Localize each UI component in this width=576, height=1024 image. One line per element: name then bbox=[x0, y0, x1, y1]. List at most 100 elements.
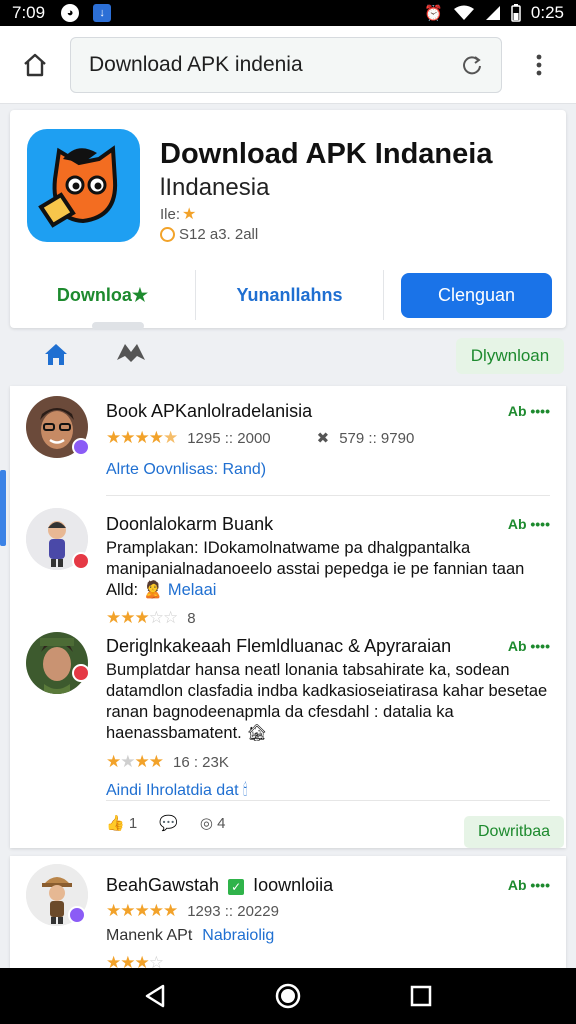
back-icon[interactable] bbox=[143, 983, 167, 1009]
overflow-menu-button[interactable] bbox=[502, 53, 576, 77]
app-action-row: Downloa★ Yunanllahns Clenguan bbox=[10, 270, 566, 320]
alarm-icon: ⏰ bbox=[424, 5, 443, 22]
comment-icon[interactable]: 💬 bbox=[159, 814, 178, 832]
home-button[interactable] bbox=[0, 52, 70, 78]
reviewer-name-suffix: Ioownloiia bbox=[253, 875, 334, 895]
app-size-text: S12 a3. 2all bbox=[179, 226, 259, 243]
review-count: 8 bbox=[187, 609, 196, 627]
reviewer-name: Deriglnkakeaah Flemldluanac & Apyraraian bbox=[106, 636, 452, 656]
review-meta: ★★★★★ 1295 :: 2000 ✖ 579 :: 9790 bbox=[106, 428, 414, 448]
coin-icon bbox=[160, 227, 175, 242]
review-sub: Manenk APt Nabraiolig bbox=[106, 927, 274, 945]
review-tag: Ab •••• bbox=[507, 403, 550, 419]
review-meta-1: 1295 :: 2000 bbox=[187, 429, 271, 447]
drag-handle[interactable] bbox=[92, 322, 144, 330]
emoji-icon: 🕯 bbox=[242, 782, 248, 799]
verified-badge-icon bbox=[72, 552, 90, 570]
review-meta: ★★★☆☆ 8 bbox=[106, 608, 196, 628]
review-body-link[interactable]: Melaai bbox=[168, 581, 217, 599]
reviewer-name: Book APKanlolradelanisia bbox=[106, 401, 313, 421]
categories-icon bbox=[117, 344, 145, 362]
more-vertical-icon bbox=[536, 54, 542, 75]
verified-badge-icon bbox=[68, 906, 86, 924]
review-tag: Ab •••• bbox=[507, 638, 550, 654]
battery-icon bbox=[511, 4, 521, 22]
emoji-icon: 🏚 bbox=[246, 724, 268, 742]
tab-categories[interactable] bbox=[115, 340, 147, 371]
reviewer-name-text: BeahGawstah bbox=[106, 875, 220, 895]
download-chip[interactable]: Dlywnloan bbox=[456, 338, 564, 374]
reload-icon[interactable] bbox=[461, 54, 483, 76]
rating-star-icon: ★ bbox=[182, 206, 197, 223]
signal-icon bbox=[485, 6, 500, 20]
review-download-chip[interactable]: Dowritbaa bbox=[464, 816, 564, 848]
reviewer-name: BeahGawstah ✓ Ioownloiia bbox=[106, 875, 333, 896]
review-body: Bumplatdar hansa neatl lonania tabsahira… bbox=[106, 660, 550, 744]
notification-download-icon: ↓ bbox=[93, 4, 112, 22]
tools-icon: ✖ bbox=[316, 430, 330, 447]
verified-badge-icon bbox=[72, 664, 90, 682]
review-link[interactable]: Aindi Ihrolatdia dat 🕯 bbox=[106, 782, 248, 800]
scroll-indicator bbox=[0, 470, 6, 546]
review-body-text: Bumplatdar hansa neatl lonania tabsahira… bbox=[106, 661, 548, 742]
review-meta-1: 1293 :: 20229 bbox=[187, 902, 279, 920]
star-rating: ★★★☆☆ bbox=[106, 608, 178, 627]
review-tag: Ab •••• bbox=[507, 877, 550, 893]
reviewer-name: Doonlalokarm Buank bbox=[106, 514, 274, 534]
review-meta-2: 579 :: 9790 bbox=[339, 429, 415, 447]
review-body: Pramplakan: IDokamolnatwame pa dhalgpant… bbox=[106, 538, 550, 601]
review-sub-link[interactable]: Nabraiolig bbox=[202, 927, 274, 945]
check-icon: ✓ bbox=[228, 879, 245, 895]
review-meta: ★★★★★ 1293 :: 20229 bbox=[106, 901, 279, 921]
eye-icon: ◎ bbox=[199, 815, 213, 832]
app-rating: Ile: ★ bbox=[160, 204, 196, 224]
home-filled-icon bbox=[45, 344, 67, 365]
tab-strip: Dlywnloan bbox=[0, 334, 576, 378]
app-header-card: Download APK Indaneia lIndanesia Ile: ★ … bbox=[10, 110, 566, 330]
review-meta: ★★★★ 16 : 23K bbox=[106, 752, 229, 772]
app-logo bbox=[27, 129, 140, 242]
review-link-text: Aindi Ihrolatdia dat bbox=[106, 782, 239, 799]
review-sub-text: Manenk APt bbox=[106, 927, 193, 944]
tab-home[interactable] bbox=[42, 340, 70, 373]
star-rating: ★★★★★ bbox=[106, 901, 178, 920]
status-bar: 7:09 ◕ ↓ ⏰ 0:25 bbox=[0, 0, 576, 26]
system-nav-bar bbox=[0, 968, 576, 1024]
url-text: Download APK indenia bbox=[89, 52, 303, 76]
avatar-image bbox=[26, 632, 88, 694]
home-icon bbox=[24, 53, 46, 76]
review-tag: Ab •••• bbox=[507, 516, 550, 532]
star-rating: ★★★★ bbox=[106, 752, 164, 771]
avatar bbox=[26, 632, 88, 694]
divider bbox=[106, 495, 550, 496]
download-link[interactable]: Downloa★ bbox=[10, 270, 196, 320]
app-title: Download APK Indaneia bbox=[160, 138, 493, 170]
divider bbox=[106, 800, 550, 801]
status-time: 7:09 bbox=[12, 3, 46, 22]
review-meta-1: 16 : 23K bbox=[172, 753, 229, 771]
screen: 7:09 ◕ ↓ ⏰ 0:25 Download APK indenia Dow… bbox=[0, 0, 576, 1024]
recents-icon[interactable] bbox=[409, 984, 433, 1008]
secondary-link[interactable]: Yunanllahns bbox=[196, 270, 384, 320]
app-logo-mascot bbox=[38, 145, 118, 228]
primary-button[interactable]: Clenguan bbox=[401, 273, 552, 318]
notification-app-icon: ◕ bbox=[61, 4, 80, 22]
status-right: ⏰ 0:25 bbox=[424, 3, 564, 23]
review-item[interactable]: BeahGawstah ✓ Ioownloiia Ab •••• ★★★★★ 1… bbox=[10, 856, 566, 972]
review-actions: 👍 1 💬 ◎ 4 bbox=[106, 814, 226, 832]
thumbs-up-icon: 👍 bbox=[106, 815, 125, 832]
url-bar[interactable]: Download APK indenia bbox=[70, 36, 502, 93]
like-count: 1 bbox=[128, 815, 138, 832]
app-size: S12 a3. 2all bbox=[160, 226, 258, 243]
views-button[interactable]: ◎ 4 bbox=[200, 814, 226, 832]
like-button[interactable]: 👍 1 bbox=[106, 814, 137, 832]
app-developer: lIndanesia bbox=[160, 174, 270, 201]
star-rating: ★★★★★ bbox=[106, 428, 178, 447]
emoji-icon: 🙎 bbox=[142, 581, 164, 599]
wifi-icon bbox=[453, 5, 474, 20]
review-list: Book APKanlolradelanisia Ab •••• ★★★★★ 1… bbox=[10, 386, 566, 848]
home-nav-icon[interactable] bbox=[274, 982, 302, 1010]
verified-badge-icon bbox=[72, 438, 90, 456]
view-count: 4 bbox=[217, 815, 226, 832]
review-link[interactable]: Alrte Oovnlisas: Rand) bbox=[106, 461, 266, 479]
